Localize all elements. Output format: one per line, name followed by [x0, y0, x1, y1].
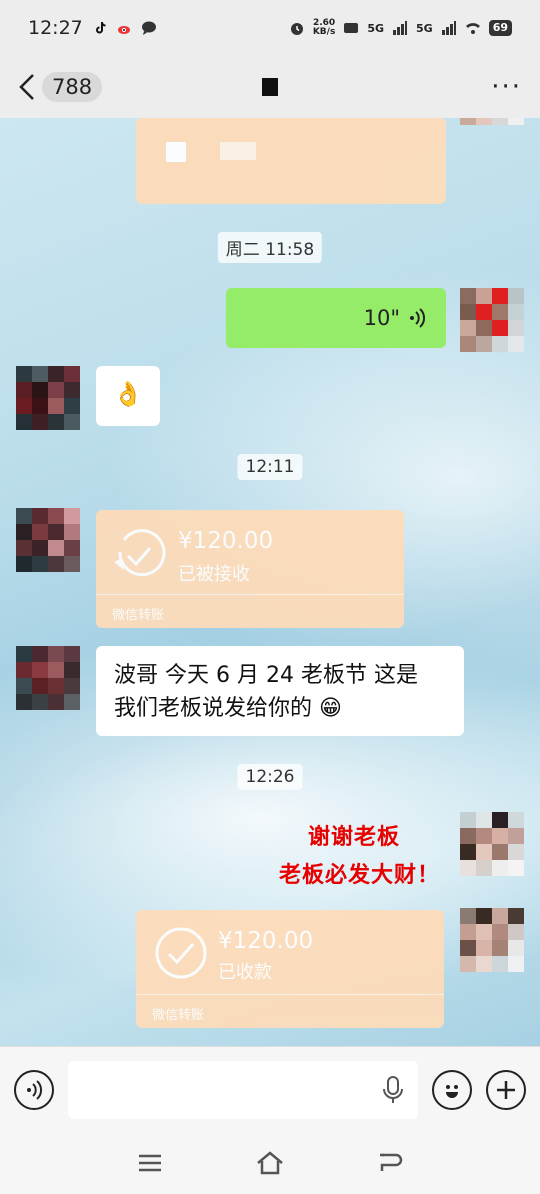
chat-title-redacted — [262, 78, 278, 96]
annotation-line: 老板必发大财！ — [278, 862, 440, 888]
pixelated-block — [220, 142, 256, 160]
avatar-self[interactable] — [460, 908, 524, 972]
menu-icon — [139, 1154, 161, 1172]
avatar-contact[interactable] — [16, 366, 80, 430]
more-functions-button[interactable] — [486, 1069, 526, 1110]
message-line: 我们老板说发给你的 😁 — [114, 696, 342, 721]
microphone-icon[interactable] — [382, 1075, 404, 1105]
text-message-bubble[interactable]: 波哥 今天 6 月 24 老板节 这是 我们老板说发给你的 😁 — [96, 646, 464, 736]
transfer-bubble-received[interactable]: ¥120.00 已被接收 微信转账 — [96, 510, 404, 628]
home-icon — [257, 1151, 283, 1175]
message-line: 波哥 今天 6 月 24 老板节 这是 — [114, 663, 418, 688]
emoji-button[interactable] — [432, 1069, 472, 1110]
wifi-icon — [465, 23, 480, 34]
status-right-icons: 2.60 KB/s 5G 5G 69 — [289, 19, 512, 37]
weibo-icon — [117, 26, 130, 34]
divider — [136, 994, 444, 995]
message-input[interactable] — [68, 1060, 418, 1119]
system-navigation-bar — [0, 1132, 540, 1194]
annotation-overlay: 谢谢老板 老板必发大财！ — [230, 818, 440, 894]
tiktok-icon — [95, 21, 106, 34]
signal-icon-2 — [441, 21, 456, 35]
menu-button[interactable] — [135, 1148, 165, 1178]
transfer-amount: ¥120.00 — [218, 928, 314, 954]
ok-hand-emoji: 👌 — [113, 380, 143, 408]
alarm-icon — [290, 23, 303, 35]
voice-message-bubble[interactable]: 10" — [226, 288, 446, 348]
hd-icon — [344, 23, 359, 33]
timestamp: 周二 11:58 — [217, 232, 323, 263]
transfer-amount: ¥120.00 — [178, 528, 274, 554]
chat-header: 788 ··· — [0, 56, 540, 118]
avatar-contact[interactable] — [16, 646, 80, 710]
status-left-icons — [93, 20, 157, 36]
back-button[interactable]: 788 — [18, 72, 103, 102]
network-5g-1: 5G — [367, 21, 384, 35]
more-button[interactable]: ··· — [491, 72, 522, 102]
avatar-self[interactable] — [460, 812, 524, 876]
voice-input-button[interactable] — [14, 1069, 54, 1110]
voice-wave-icon — [410, 308, 426, 328]
avatar-self[interactable] — [460, 288, 524, 352]
battery-indicator: 69 — [488, 20, 512, 36]
network-5g-2: 5G — [416, 21, 433, 35]
status-time: 12:27 — [28, 17, 83, 39]
transfer-footer: 微信转账 — [152, 1008, 205, 1023]
transfer-state: 已被接收 — [178, 564, 250, 585]
status-bar: 12:27 2.60 KB/s 5G 5G 69 — [0, 0, 540, 56]
transfer-collected-icon — [155, 927, 207, 979]
message-icon — [141, 21, 156, 35]
transfer-state: 已收款 — [218, 962, 272, 983]
pixelated-block — [166, 142, 186, 162]
plus-icon — [497, 1080, 515, 1099]
voice-duration: 10" — [363, 306, 400, 330]
avatar-self[interactable] — [460, 118, 524, 146]
input-bar — [0, 1046, 540, 1132]
home-button[interactable] — [255, 1148, 285, 1178]
unread-count: 788 — [42, 72, 103, 102]
timestamp: 12:26 — [237, 764, 303, 790]
net-speed-unit: KB/s — [312, 27, 336, 37]
return-icon — [380, 1153, 403, 1171]
transfer-sent-icon — [114, 529, 166, 577]
divider — [96, 594, 404, 595]
emoji-message-bubble[interactable]: 👌 — [96, 366, 160, 426]
chevron-left-icon — [19, 74, 34, 100]
transfer-footer: 微信转账 — [112, 608, 165, 623]
smiley-icon — [446, 1084, 458, 1098]
back-system-button[interactable] — [375, 1148, 405, 1178]
chat-area[interactable]: 周二 11:58 10" 👌 12:11 ¥120.00 已被接收 微信转账 波… — [0, 118, 540, 1046]
signal-icon-1 — [393, 21, 407, 35]
transfer-bubble-partial[interactable] — [136, 118, 446, 204]
avatar-contact[interactable] — [16, 508, 80, 572]
timestamp: 12:11 — [237, 454, 303, 480]
voice-wave-icon — [27, 1079, 43, 1100]
net-speed: 2.60 KB/s — [313, 19, 335, 37]
annotation-line: 谢谢老板 — [307, 824, 400, 850]
transfer-bubble-collected[interactable]: ¥120.00 已收款 微信转账 — [136, 910, 444, 1028]
